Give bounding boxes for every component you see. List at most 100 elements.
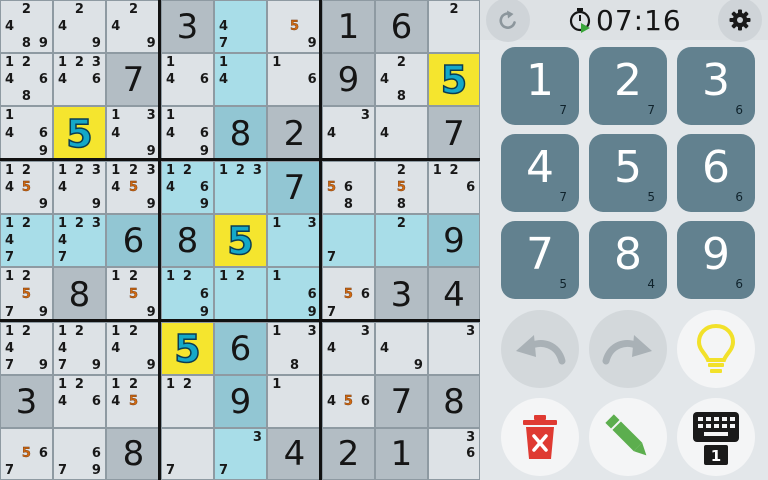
note-cell[interactable]: 1 [267,375,322,428]
note-cell[interactable]: 123 [214,161,267,214]
note-cell[interactable]: 258 [375,161,428,214]
digit-key-9[interactable]: 9 6 [677,221,755,299]
note-cell[interactable]: 249 [53,0,106,53]
note-cell[interactable]: 2 [375,214,428,267]
given-cell[interactable]: 8 [53,267,106,322]
digit-key-1[interactable]: 1 7 [501,47,579,125]
note-cell[interactable]: 124 69 [161,161,214,214]
given-cell[interactable]: 2 [322,428,375,480]
digit-key-7[interactable]: 7 5 [501,221,579,299]
given-cell[interactable]: 7 [267,161,322,214]
note-cell[interactable]: 47 [214,0,267,53]
digit-key-4[interactable]: 4 7 [501,134,579,212]
given-cell[interactable]: 7 [106,53,161,106]
note-cell[interactable]: 34 [322,322,375,375]
note-cell[interactable]: 123 4 6 [53,53,106,106]
hint-button[interactable] [677,310,755,388]
note-cell[interactable]: 126 [428,161,480,214]
given-cell[interactable]: 6 [106,214,161,267]
note-cell[interactable]: 59 [267,0,322,53]
given-cell[interactable]: 9 [322,53,375,106]
given-cell[interactable]: 8 [161,214,214,267]
note-cell[interactable]: 12 [214,267,267,322]
note-cell[interactable]: 7 [322,214,375,267]
note-cell[interactable]: 6 7 9 [53,428,106,480]
erase-button[interactable] [501,398,579,476]
given-cell[interactable]: 8 [428,375,480,428]
note-cell[interactable]: 567 [0,428,53,480]
note-cell[interactable]: 36 [428,428,480,480]
note-cell[interactable]: 2489 [0,0,53,53]
given-cell[interactable]: 9 [428,214,480,267]
note-cell[interactable]: 124 68 [0,53,53,106]
note-cell[interactable]: 12459 [0,161,53,214]
note-cell[interactable]: 14 6 [161,53,214,106]
keyboard-mode-button[interactable]: 1 [677,398,755,476]
digit-key-6[interactable]: 6 6 [677,134,755,212]
note-cell[interactable]: 1245 [106,375,161,428]
given-cell[interactable]: 5 [53,106,106,161]
note-cell[interactable]: 1247 9 [53,322,106,375]
note-cell[interactable]: 1247 9 [0,322,53,375]
digit-key-3[interactable]: 3 6 [677,47,755,125]
given-cell[interactable]: 2 [267,106,322,161]
given-cell[interactable]: 6 [375,0,428,53]
note-cell[interactable]: 16 [267,53,322,106]
note-cell[interactable]: 1249 [106,322,161,375]
note-cell[interactable]: 123 47 [53,214,106,267]
note-cell[interactable]: 124 6 [53,375,106,428]
given-cell[interactable]: 8 [106,428,161,480]
note-cell[interactable]: 1247 [0,214,53,267]
note-cell[interactable]: 4 [375,106,428,161]
pencil-notes-button[interactable] [589,398,667,476]
note-cell[interactable]: 123 4 9 [53,161,106,214]
note-cell[interactable]: 1469 [0,106,53,161]
given-cell[interactable]: 3 [161,0,214,53]
given-cell[interactable]: 8 [214,106,267,161]
undo-button[interactable] [501,310,579,388]
note-cell[interactable]: 12 [161,375,214,428]
note-cell[interactable]: 123459 [106,161,161,214]
note-cell[interactable]: 169 [267,267,322,322]
note-cell[interactable]: 1269 [161,267,214,322]
given-cell[interactable]: 3 [375,267,428,322]
given-cell[interactable]: 6 [214,322,267,375]
note-cell[interactable]: 12579 [0,267,53,322]
settings-button[interactable] [718,0,762,42]
note-cell[interactable]: 14 [214,53,267,106]
digit-key-2[interactable]: 2 7 [589,47,667,125]
given-cell[interactable]: 7 [428,106,480,161]
pencil-note: 1 [218,54,228,70]
note-cell[interactable]: 2 [428,0,480,53]
given-cell[interactable]: 4 [428,267,480,322]
note-cell[interactable]: 248 [375,53,428,106]
note-cell[interactable]: 37 [214,428,267,480]
note-cell[interactable]: 3 [428,322,480,375]
note-cell[interactable]: 567 [322,267,375,322]
note-cell[interactable]: 249 [106,0,161,53]
given-cell[interactable]: 7 [375,375,428,428]
note-cell[interactable]: 456 [322,375,375,428]
given-cell[interactable]: 5 [214,214,267,267]
note-cell[interactable]: 1259 [106,267,161,322]
given-cell[interactable]: 9 [214,375,267,428]
given-cell[interactable]: 5 [428,53,480,106]
pencil-note: 7 [57,357,67,373]
note-cell[interactable]: 138 [267,322,322,375]
given-cell[interactable]: 1 [375,428,428,480]
note-cell[interactable]: 34 [322,106,375,161]
note-cell[interactable]: 13 [267,214,322,267]
digit-key-5[interactable]: 5 5 [589,134,667,212]
given-cell[interactable]: 1 [322,0,375,53]
redo-button[interactable] [589,310,667,388]
note-cell[interactable]: 568 [322,161,375,214]
note-cell[interactable]: 7 [161,428,214,480]
note-cell[interactable]: 1349 [106,106,161,161]
note-cell[interactable]: 1469 [161,106,214,161]
given-cell[interactable]: 5 [161,322,214,375]
note-cell[interactable]: 49 [375,322,428,375]
given-cell[interactable]: 3 [0,375,53,428]
restart-button[interactable] [486,0,530,42]
digit-key-8[interactable]: 8 4 [589,221,667,299]
given-cell[interactable]: 4 [267,428,322,480]
